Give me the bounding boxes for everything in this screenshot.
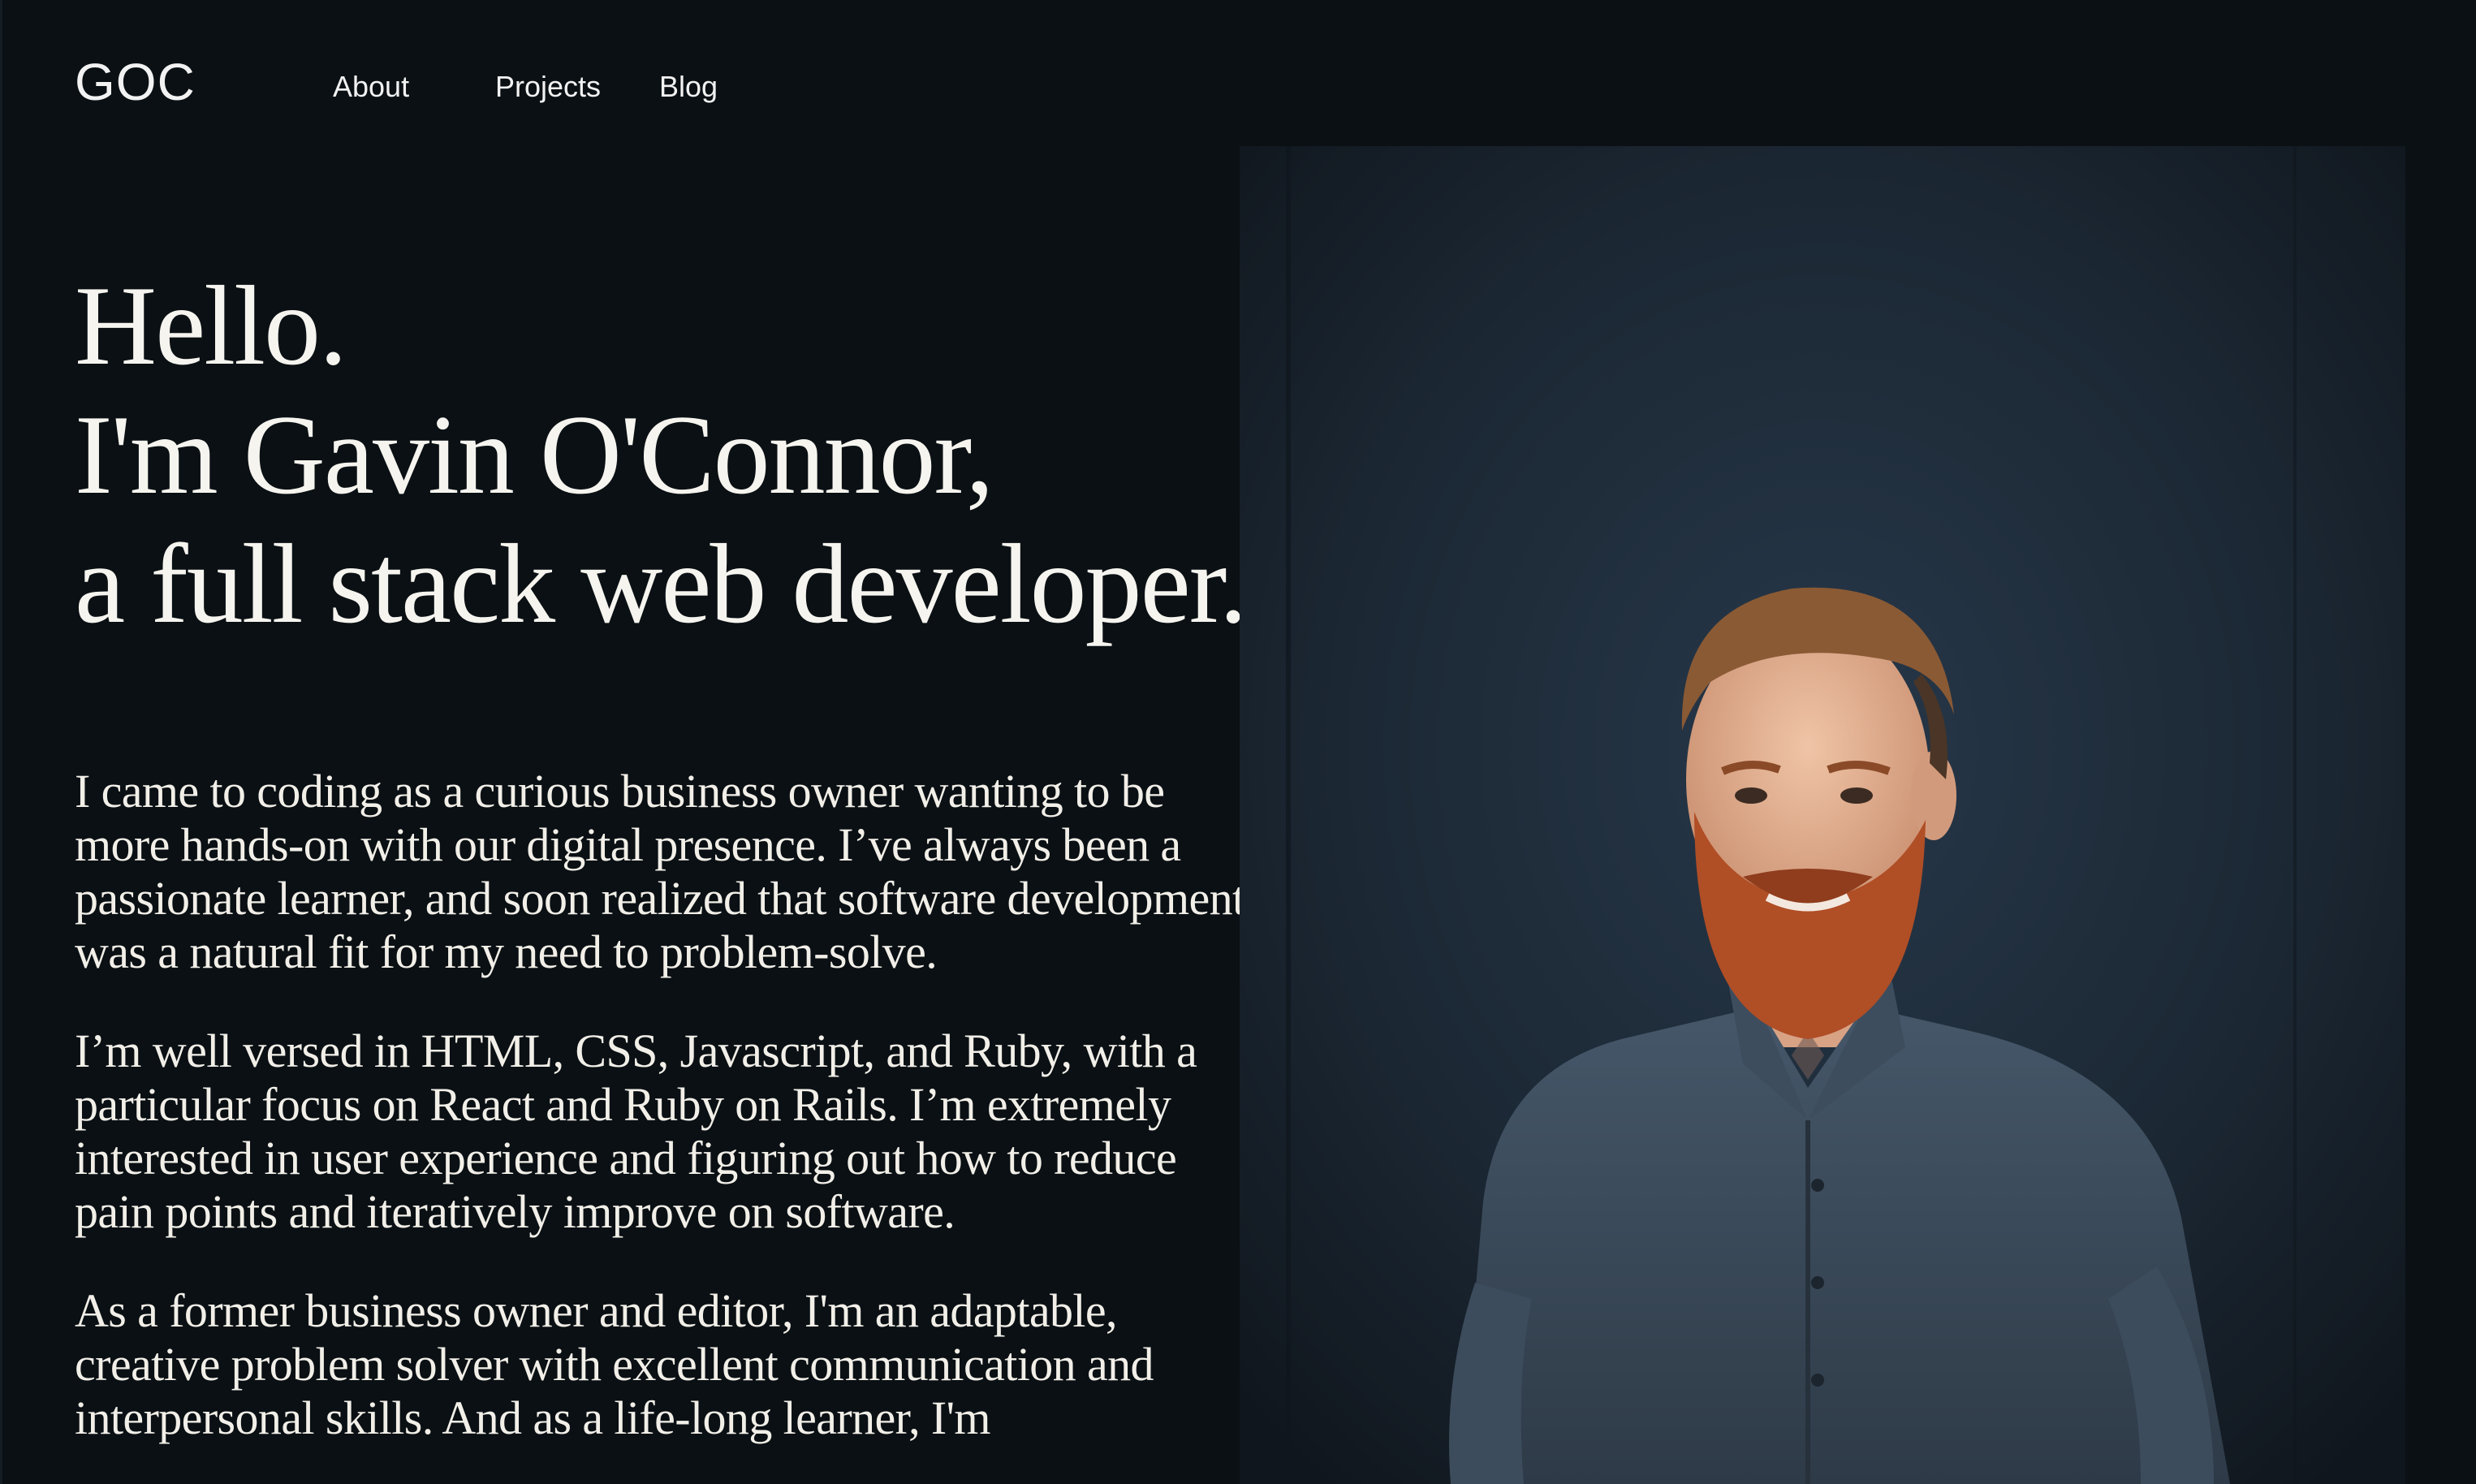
- left-edge: [0, 0, 2, 1484]
- hero-role: a full stack web developer.: [75, 521, 1248, 647]
- hero-greeting: Hello.: [75, 263, 347, 389]
- bio-text: I came to coding as a curious business o…: [75, 765, 1252, 1484]
- portrait-photo: [1240, 146, 2405, 1484]
- bio-paragraph-3: As a former business owner and editor, I…: [75, 1284, 1154, 1444]
- bio-paragraph-2: I’m well versed in HTML, CSS, Javascript…: [75, 1025, 1197, 1238]
- portrait-illustration: [1240, 146, 2405, 1484]
- nav-about-link[interactable]: About: [333, 67, 495, 107]
- site-logo[interactable]: GOC: [75, 50, 196, 114]
- bio-paragraph-1: I came to coding as a curious business o…: [75, 765, 1245, 978]
- nav-projects-link[interactable]: Projects: [495, 67, 659, 107]
- hero-headline: Hello. I'm Gavin O'Connor, a full stack …: [75, 261, 1248, 649]
- nav-blog-link[interactable]: Blog: [659, 67, 757, 107]
- main-nav: About Projects Blog: [333, 67, 757, 107]
- hero-name: I'm Gavin O'Connor,: [75, 392, 994, 518]
